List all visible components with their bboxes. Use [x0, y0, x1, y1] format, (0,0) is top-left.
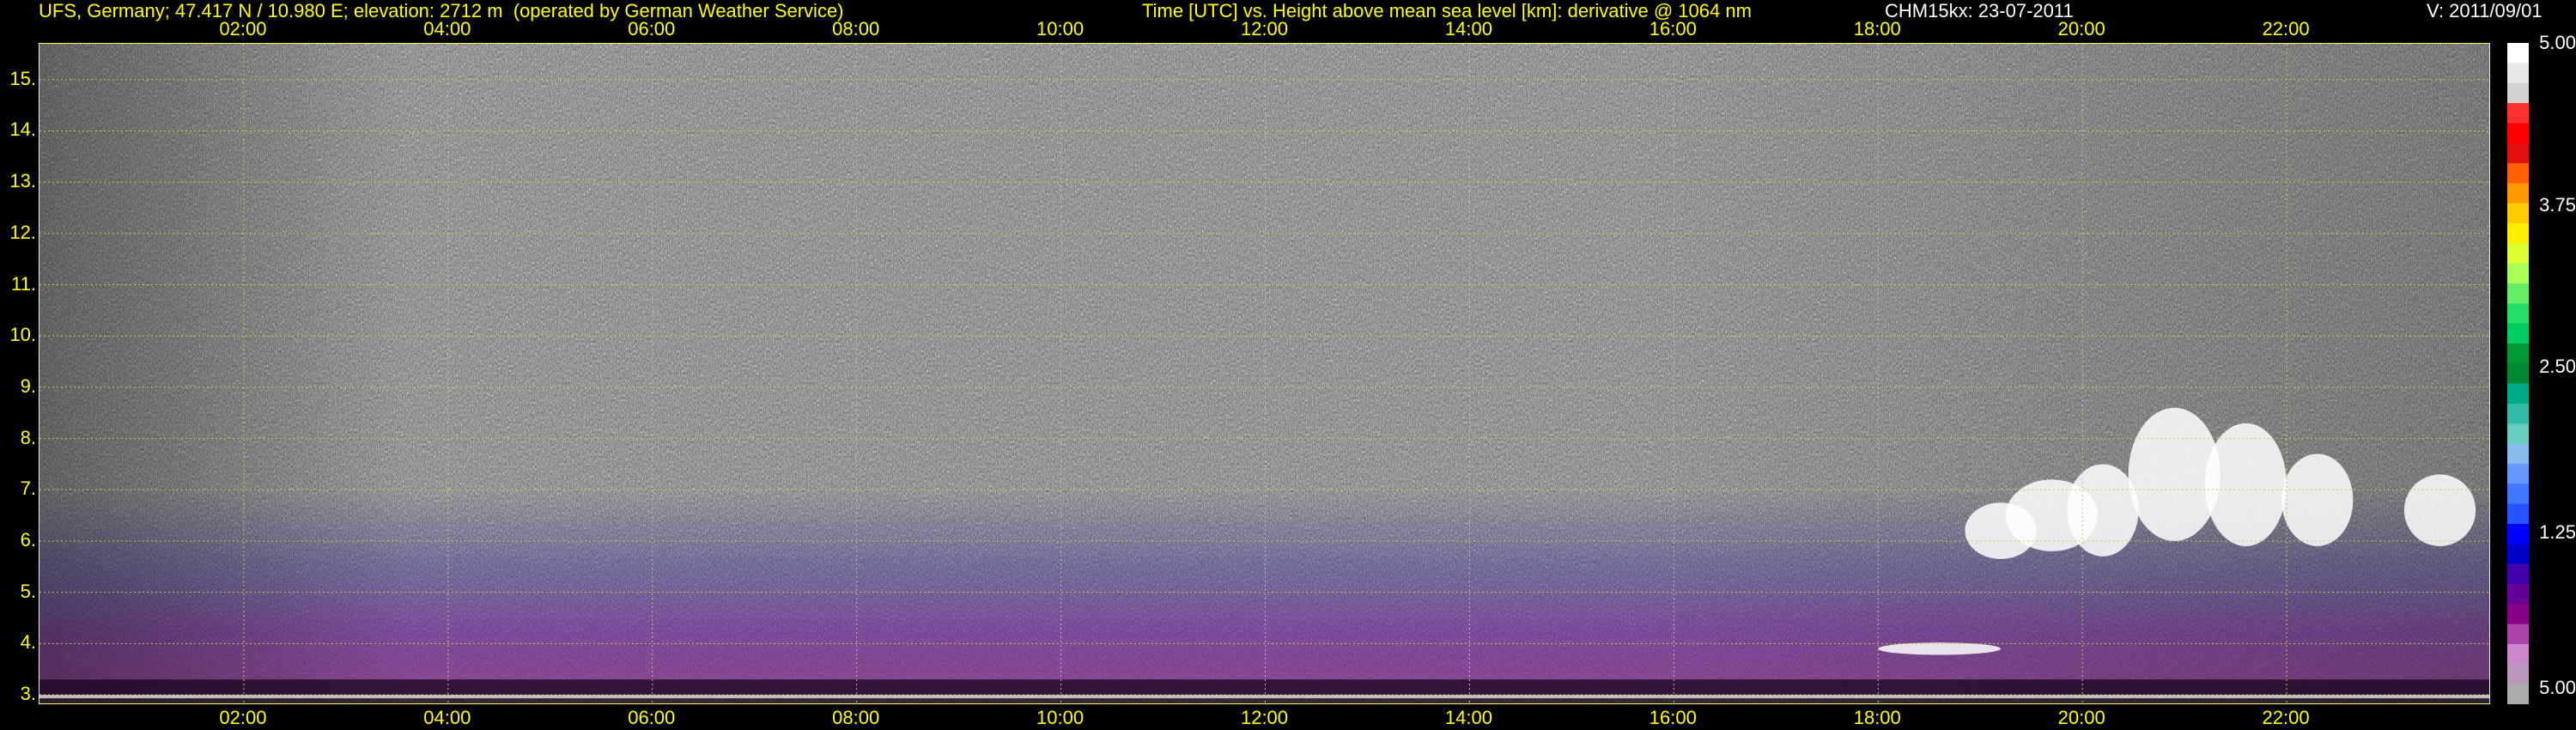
plot-area: [39, 43, 2490, 704]
x-tick-bottom: 18:00: [1853, 707, 1901, 728]
x-tick-bottom: 20:00: [2057, 707, 2105, 728]
colorbar-swatch: [2507, 203, 2529, 224]
colorbar-swatch: [2507, 664, 2529, 685]
cloud-patch: [2204, 423, 2287, 546]
y-tick-label: 8.: [20, 426, 36, 448]
colorbar-swatch: [2507, 563, 2529, 585]
colorbar-swatch: [2507, 524, 2529, 544]
colorbar-label: 1.25: [2539, 520, 2576, 543]
heatmap-svg: [39, 44, 2489, 703]
colorbar-swatch: [2507, 123, 2529, 144]
version-label: V: 2011/09/01: [2427, 0, 2543, 21]
colorbar: [2507, 43, 2529, 704]
y-tick-label: 11.: [11, 272, 36, 295]
colorbar-swatch: [2507, 183, 2529, 204]
colorbar-swatch: [2507, 604, 2529, 625]
colorbar-label: 5.00: [2539, 676, 2576, 698]
cloud-patch: [2403, 474, 2476, 546]
x-tick-bottom: 10:00: [1036, 707, 1084, 728]
x-tick-top: 14:00: [1444, 18, 1492, 40]
y-tick-label: 14.: [9, 119, 36, 141]
colorbar-swatch: [2507, 43, 2529, 64]
x-tick-top: 12:00: [1240, 18, 1289, 40]
colorbar-swatch: [2507, 503, 2529, 525]
y-tick-label: 9.: [20, 374, 36, 397]
colorbar-swatch: [2507, 584, 2529, 605]
colorbar-swatch: [2507, 363, 2529, 385]
colorbar-swatch: [2507, 143, 2529, 164]
x-tick-top: 08:00: [832, 18, 880, 40]
colorbar-svg: [2507, 43, 2529, 704]
x-tick-top: 18:00: [1853, 18, 1901, 40]
instrument-date: CHM15kx: 23-07-2011: [1885, 0, 2074, 21]
colorbar-swatch: [2507, 383, 2529, 405]
colorbar-label: 2.50: [2539, 356, 2576, 378]
colorbar-swatch: [2507, 243, 2529, 265]
cloud-patch: [2281, 453, 2354, 546]
x-tick-bottom: 12:00: [1240, 707, 1289, 728]
colorbar-label: 5.00: [2539, 32, 2576, 53]
y-tick-label: 4.: [20, 631, 36, 654]
colorbar-swatch: [2507, 464, 2529, 484]
colorbar-swatch: [2507, 443, 2529, 465]
x-tick-bottom: 22:00: [2262, 707, 2310, 728]
x-tick-bottom: 06:00: [628, 707, 676, 728]
colorbar-swatch: [2507, 163, 2529, 184]
y-tick-label: 10.: [9, 324, 36, 346]
x-tick-bottom: 08:00: [832, 707, 880, 728]
y-tick-label: 3.: [20, 683, 36, 705]
colorbar-swatch: [2507, 63, 2529, 84]
colorbar-swatch: [2507, 323, 2529, 344]
y-tick-label: 6.: [20, 528, 36, 551]
colorbar-swatch: [2507, 283, 2529, 304]
cloud-patch: [1878, 642, 2001, 655]
y-tick-label: 12.: [9, 221, 36, 243]
y-tick-label: 5.: [20, 580, 36, 602]
y-tick-label: 13.: [9, 170, 36, 192]
colorbar-swatch: [2507, 624, 2529, 645]
colorbar-swatch: [2507, 103, 2529, 124]
x-tick-top: 04:00: [423, 18, 471, 40]
colorbar-swatch: [2507, 684, 2529, 704]
colorbar-swatch: [2507, 223, 2529, 244]
x-tick-top: 22:00: [2262, 18, 2310, 40]
colorbar-label: 3.75: [2539, 193, 2576, 216]
x-tick-bottom: 16:00: [1649, 707, 1697, 728]
x-tick-bottom: 14:00: [1444, 707, 1492, 728]
colorbar-swatch: [2507, 263, 2529, 284]
y-tick-label: 7.: [20, 478, 36, 500]
x-tick-top: 20:00: [2057, 18, 2105, 40]
colorbar-swatch: [2507, 82, 2529, 104]
cloud-patch: [2067, 464, 2139, 557]
colorbar-swatch: [2507, 303, 2529, 325]
colorbar-swatch: [2507, 344, 2529, 364]
colorbar-swatch: [2507, 484, 2529, 505]
y-tick-label: 15.: [9, 67, 36, 89]
x-tick-top: 02:00: [219, 18, 267, 40]
x-tick-bottom: 04:00: [423, 707, 471, 728]
colorbar-swatch: [2507, 644, 2529, 665]
colorbar-swatch: [2507, 423, 2529, 445]
colorbar-swatch: [2507, 404, 2529, 424]
boundary-layer: [39, 679, 2489, 703]
x-tick-top: 10:00: [1036, 18, 1084, 40]
x-tick-top: 06:00: [628, 18, 676, 40]
colorbar-swatch: [2507, 544, 2529, 565]
x-tick-top: 16:00: [1649, 18, 1697, 40]
x-tick-bottom: 02:00: [219, 707, 267, 728]
